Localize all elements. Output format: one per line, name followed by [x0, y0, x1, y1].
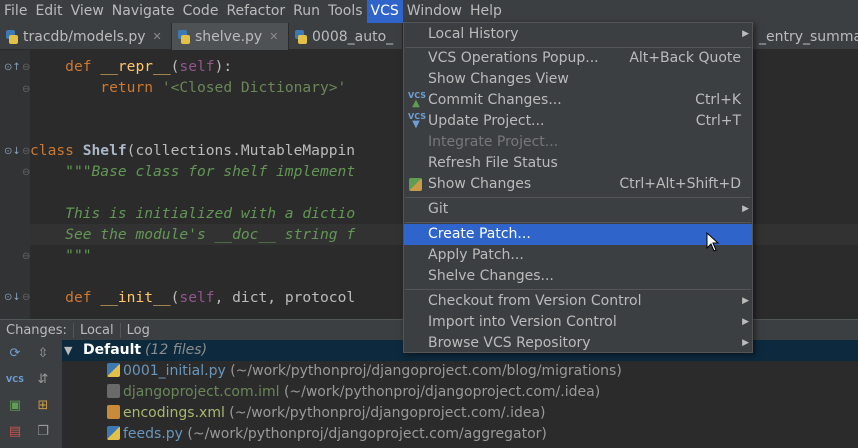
menu-refactor[interactable]: Refactor	[222, 0, 289, 23]
menu-help[interactable]: Help	[466, 0, 506, 23]
python-file-icon	[107, 363, 120, 377]
expand-all-icon[interactable]: ⇳	[34, 346, 52, 362]
list-item[interactable]: 0001_initial.py (~/work/pythonproj/djang…	[107, 361, 622, 382]
menu-navigate[interactable]: Navigate	[108, 0, 179, 23]
tab-local[interactable]: Local	[72, 322, 120, 338]
tab-label: 0008_auto_	[312, 28, 394, 45]
menu-item-show-changes[interactable]: Show Changes Ctrl+Alt+Shift+D	[404, 174, 752, 195]
tab-shelve-py[interactable]: shelve.py ✕	[172, 23, 289, 50]
python-file-icon	[178, 29, 190, 44]
mouse-cursor-icon	[706, 232, 720, 252]
submenu-arrow-icon: ▶	[742, 317, 749, 327]
copy-icon[interactable]: ❐	[34, 424, 52, 440]
submenu-arrow-icon: ▶	[742, 204, 749, 214]
menu-window[interactable]: Window	[403, 0, 466, 23]
close-icon[interactable]: ✕	[153, 30, 162, 43]
tab-log[interactable]: Log	[119, 322, 156, 338]
vcs-menu: Local History ▶ VCS Operations Popup... Al…	[403, 22, 753, 353]
python-file-icon	[6, 29, 18, 44]
menu-item-update-project[interactable]: VCS ▼ Update Project... Ctrl+T	[404, 111, 752, 132]
changes-toolbar: ⟳ ⇳ VCS ⇵ ▣ ⊞ ▤ ❐	[0, 340, 62, 448]
list-item[interactable]: djangoproject.com.iml (~/work/pythonproj…	[107, 382, 600, 403]
menu-item-show-changes-view[interactable]: Show Changes View	[404, 69, 752, 90]
close-icon[interactable]: ✕	[269, 30, 278, 43]
menu-divider	[405, 222, 751, 223]
python-file-icon	[295, 29, 307, 44]
menu-item-apply-patch[interactable]: Apply Patch...	[404, 245, 752, 266]
changes-label: Changes:	[6, 322, 67, 338]
xml-file-icon	[107, 405, 120, 419]
menu-item-checkout[interactable]: Checkout from Version Control ▶	[404, 291, 752, 312]
override-marker-icon[interactable]: ⊙↓	[4, 292, 21, 303]
menu-edit[interactable]: Edit	[31, 0, 66, 23]
tab-migration[interactable]: 0008_auto_	[289, 23, 403, 50]
menu-item-commit-changes[interactable]: VCS ▲ Commit Changes... Ctrl+K	[404, 90, 752, 111]
subclass-marker-icon[interactable]: ⊙↓	[4, 146, 21, 157]
list-item[interactable]: feeds.py (~/work/pythonproj/djangoprojec…	[107, 424, 547, 445]
menu-divider	[405, 197, 751, 198]
vcs-commit-icon: VCS ▲	[408, 91, 426, 109]
module-file-icon	[107, 384, 120, 398]
menu-item-git[interactable]: Git ▶	[404, 199, 752, 220]
override-marker-icon[interactable]: ⊙↑	[4, 62, 21, 73]
menu-code[interactable]: Code	[179, 0, 223, 23]
menu-item-create-patch[interactable]: Create Patch...	[404, 224, 752, 245]
tab-label: _entry_summar	[759, 28, 858, 45]
list-item[interactable]: encodings.xml (~/work/pythonproj/djangop…	[107, 403, 546, 424]
rollback-icon[interactable]: ▣	[6, 398, 24, 414]
menu-file[interactable]: File	[0, 0, 31, 23]
menu-item-vcs-operations-popup[interactable]: VCS Operations Popup... Alt+Back Quote	[404, 48, 752, 69]
menu-item-browse-vcs[interactable]: Browse VCS Repository ▶	[404, 333, 752, 354]
collapse-all-icon[interactable]: ⇵	[34, 372, 52, 388]
menu-tools[interactable]: Tools	[324, 0, 367, 23]
tab-label: tracdb/models.py	[23, 28, 146, 45]
menu-item-shelve-changes[interactable]: Shelve Changes...	[404, 266, 752, 287]
vcs-commit-icon[interactable]: VCS	[6, 372, 24, 388]
menu-item-local-history[interactable]: Local History ▶	[404, 24, 752, 45]
vcs-update-icon: VCS ▼	[408, 112, 426, 130]
menu-item-import[interactable]: Import into Version Control ▶	[404, 312, 752, 333]
python-file-icon	[107, 426, 120, 440]
menu-bar: File Edit View Navigate Code Refactor Ru…	[0, 0, 858, 23]
menu-item-refresh-file-status[interactable]: Refresh File Status	[404, 153, 752, 174]
tab-label: shelve.py	[195, 28, 263, 45]
group-icon[interactable]: ⊞	[34, 398, 52, 414]
submenu-arrow-icon: ▶	[742, 29, 749, 39]
delete-icon[interactable]: ▤	[6, 424, 24, 440]
refresh-icon[interactable]: ⟳	[6, 346, 24, 362]
editor-gutter: ⊙↑ ⊖ ⊖ ⊙↓ ⊖ ⊖ ⊖ ⊙↓ ⊖	[0, 50, 30, 319]
diff-icon	[409, 178, 422, 191]
tab-models-py[interactable]: tracdb/models.py ✕	[0, 23, 172, 50]
expand-arrow-icon[interactable]: ▼	[64, 340, 72, 361]
tab-entry-summary[interactable]: _entry_summar	[753, 23, 858, 50]
changelist-name: Default	[83, 342, 142, 358]
changes-tree: ▼ Default (12 files) 0001_initial.py (~/…	[62, 340, 858, 448]
menu-view[interactable]: View	[67, 0, 108, 23]
menu-vcs[interactable]: VCS	[366, 0, 403, 23]
menu-divider	[405, 289, 751, 290]
submenu-arrow-icon: ▶	[742, 338, 749, 348]
menu-run[interactable]: Run	[289, 0, 324, 23]
submenu-arrow-icon: ▶	[742, 296, 749, 306]
menu-item-integrate-project: Integrate Project...	[428, 134, 559, 150]
changelist-count: (12 files)	[145, 342, 208, 358]
